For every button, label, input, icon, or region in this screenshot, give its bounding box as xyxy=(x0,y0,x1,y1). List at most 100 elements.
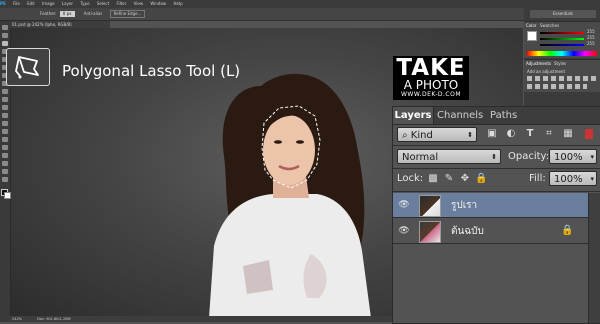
red-value[interactable]: 255 xyxy=(587,29,595,34)
blue-slider[interactable] xyxy=(540,44,584,46)
shape-tool-icon[interactable] xyxy=(2,161,8,166)
zoom-tool-icon[interactable] xyxy=(2,177,8,182)
hand-tool-icon[interactable] xyxy=(2,169,8,174)
filter-toggle-icon[interactable] xyxy=(585,129,593,139)
logo-url: WWW.DEK-D.COM xyxy=(400,91,461,98)
lock-image-icon[interactable]: ✎ xyxy=(443,173,455,185)
doc-size: Doc: 901.6K/1.26M xyxy=(37,317,71,321)
lock-icon: 🔒 xyxy=(561,225,574,236)
divider xyxy=(393,191,600,192)
stamp-tool-icon[interactable] xyxy=(2,89,8,94)
layer-row[interactable]: 👁 ต้นฉบับ 🔒 xyxy=(393,219,588,244)
dodge-tool-icon[interactable] xyxy=(2,129,8,134)
tab-paths[interactable]: Paths xyxy=(490,107,517,124)
green-value[interactable]: 255 xyxy=(587,35,595,40)
menu-item-file[interactable]: File xyxy=(13,1,20,6)
eraser-tool-icon[interactable] xyxy=(2,105,8,110)
menu-item-view[interactable]: View xyxy=(134,1,144,6)
layers-panel-tabs: Layers Channels Paths xyxy=(393,107,600,125)
menu-item-layer[interactable]: Layer xyxy=(62,1,73,6)
opacity-label: Opacity: xyxy=(508,151,550,162)
face-shape xyxy=(263,115,315,185)
pen-tool-icon[interactable] xyxy=(2,137,8,142)
lock-label: Lock: xyxy=(397,173,424,184)
menu-item-filter[interactable]: Filter xyxy=(116,1,126,6)
feather-input[interactable]: 0 px xyxy=(59,11,75,17)
path-select-tool-icon[interactable] xyxy=(2,153,8,158)
blur-tool-icon[interactable] xyxy=(2,121,8,126)
gradient-tool-icon[interactable] xyxy=(2,113,8,118)
divider xyxy=(393,168,600,169)
filter-shape-icon[interactable]: ⌗ xyxy=(543,128,555,140)
menu-item-ps[interactable]: PS xyxy=(0,1,6,6)
chevron-down-icon: ▾ xyxy=(590,153,594,161)
fill-label: Fill: xyxy=(529,173,546,184)
menu-item-type[interactable]: Type xyxy=(80,1,89,6)
fill-value: 100% xyxy=(554,174,583,185)
lock-position-icon[interactable]: ✥ xyxy=(459,173,471,185)
red-slider[interactable] xyxy=(540,32,584,34)
background-color-swatch[interactable] xyxy=(4,192,11,199)
filter-pixel-icon[interactable]: ▣ xyxy=(486,128,498,140)
shirt-shape xyxy=(209,194,371,318)
tab-color[interactable]: Color xyxy=(526,23,536,28)
visibility-eye-icon[interactable]: 👁 xyxy=(397,199,411,211)
opacity-value: 100% xyxy=(554,152,583,163)
menu-item-edit[interactable]: Edit xyxy=(27,1,35,6)
options-bar: Feather: 0 px Anti-alias Refine Edge... xyxy=(0,8,600,21)
tool-callout-title: Polygonal Lasso Tool (L) xyxy=(62,62,241,80)
layer-row-selected[interactable]: 👁 รูปเรา xyxy=(393,193,588,218)
tab-swatches[interactable]: Swatches xyxy=(540,23,559,28)
adjustment-icons-row[interactable] xyxy=(527,76,597,81)
fill-input[interactable]: 100% ▾ xyxy=(549,171,597,186)
lock-all-icon[interactable]: 🔒 xyxy=(475,173,487,185)
menu-item-image[interactable]: Image xyxy=(42,1,55,6)
filter-type-icon[interactable]: T xyxy=(524,128,536,140)
add-adjustment-label: Add an adjustment xyxy=(527,69,566,74)
tab-layers[interactable]: Layers xyxy=(393,107,434,124)
polygonal-lasso-icon xyxy=(15,56,39,79)
opacity-input[interactable]: 100% ▾ xyxy=(549,149,597,164)
menu-bar: PS File Edit Image Layer Type Select Fil… xyxy=(0,0,600,8)
layers-panel: Layers Channels Paths ⌕ Kind ⬍ ▣ ◐ T ⌗ ▦… xyxy=(392,106,600,324)
refine-edge-button[interactable]: Refine Edge... xyxy=(109,10,146,18)
history-brush-tool-icon[interactable] xyxy=(2,97,8,102)
left-eye xyxy=(274,140,282,144)
menu-item-select[interactable]: Select xyxy=(97,1,109,6)
filter-adjustment-icon[interactable]: ◐ xyxy=(505,128,517,140)
move-tool-icon[interactable] xyxy=(2,25,8,30)
layer-filter-kind-select[interactable]: ⌕ Kind ⬍ xyxy=(397,127,477,142)
layer-name[interactable]: ต้นฉบับ xyxy=(451,224,484,239)
shirt-print xyxy=(243,260,273,294)
logo-line-2: A PHOTO xyxy=(403,78,459,92)
color-panel: Color Swatches 255 255 255 xyxy=(524,21,600,58)
layer-thumbnail xyxy=(419,195,441,217)
menu-item-window[interactable]: Window xyxy=(150,1,166,6)
antialias-checkbox[interactable]: Anti-alias xyxy=(84,11,103,16)
zoom-level[interactable]: 242% xyxy=(12,317,22,321)
marquee-tool-icon[interactable] xyxy=(2,33,8,38)
color-spectrum[interactable] xyxy=(527,51,597,56)
layer-thumbnail xyxy=(419,221,441,243)
blend-mode-value: Normal xyxy=(402,152,439,163)
document-tab[interactable]: 01.psd @ 242% (Ipho, RGB/8) xyxy=(10,21,110,28)
menu-item-help[interactable]: Help xyxy=(173,1,182,6)
filter-smart-object-icon[interactable]: ▦ xyxy=(562,128,574,140)
chevron-down-icon: ▾ xyxy=(590,175,594,183)
visibility-eye-icon[interactable]: 👁 xyxy=(397,225,411,237)
blue-value[interactable]: 255 xyxy=(587,41,595,46)
adjustment-icons-row-2[interactable] xyxy=(527,84,587,89)
type-tool-icon[interactable] xyxy=(2,145,8,150)
tab-channels[interactable]: Channels xyxy=(437,107,483,124)
tab-adjustments[interactable]: Adjustments xyxy=(526,61,551,66)
layers-scrollbar[interactable] xyxy=(588,193,600,323)
lock-transparent-icon[interactable]: ▩ xyxy=(427,173,439,185)
green-slider[interactable] xyxy=(540,38,584,40)
blend-mode-select[interactable]: Normal ⬍ xyxy=(397,149,501,164)
right-eye xyxy=(296,140,304,144)
layer-name[interactable]: รูปเรา xyxy=(451,198,477,213)
foreground-color-preview[interactable] xyxy=(527,31,537,41)
lasso-tool-icon[interactable] xyxy=(2,41,8,46)
tab-styles[interactable]: Styles xyxy=(554,61,566,66)
workspace-switcher[interactable]: Essentials xyxy=(530,10,596,18)
